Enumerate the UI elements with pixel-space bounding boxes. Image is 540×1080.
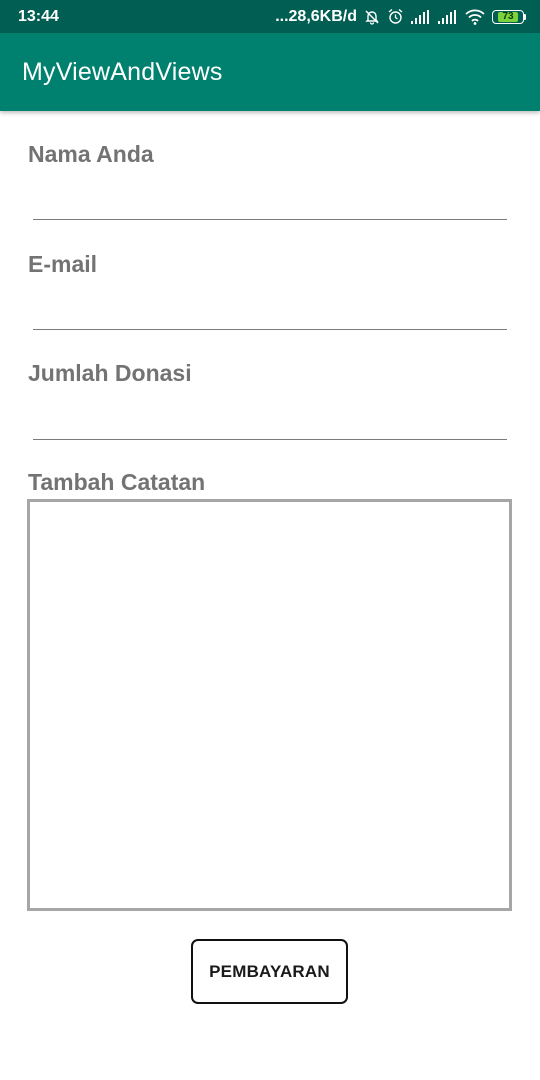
status-icons: ...28,6KB/d 73	[275, 8, 526, 26]
status-bar: 13:44 ...28,6KB/d 73	[0, 0, 540, 33]
donation-amount-label: Jumlah Donasi	[28, 360, 192, 386]
email-label: E-mail	[28, 251, 98, 277]
app-bar: MyViewAndViews	[0, 33, 540, 111]
signal-icon	[411, 9, 431, 24]
mute-icon	[364, 9, 380, 25]
notes-textarea[interactable]	[27, 499, 512, 911]
name-label: Nama Anda	[28, 141, 154, 167]
signal-icon	[438, 9, 458, 24]
app-title: MyViewAndViews	[22, 57, 223, 86]
notes-label: Tambah Catatan	[28, 469, 206, 495]
email-input[interactable]	[33, 290, 507, 330]
battery-level: 73	[497, 11, 519, 22]
status-time: 13:44	[18, 7, 59, 25]
alarm-icon	[387, 8, 404, 25]
wifi-icon	[465, 9, 485, 25]
donation-amount-input[interactable]	[33, 400, 507, 440]
name-input[interactable]	[33, 180, 507, 220]
network-speed: ...28,6KB/d	[275, 7, 357, 25]
battery-icon: 73	[492, 9, 526, 24]
payment-button[interactable]: PEMBAYARAN	[191, 939, 348, 1004]
